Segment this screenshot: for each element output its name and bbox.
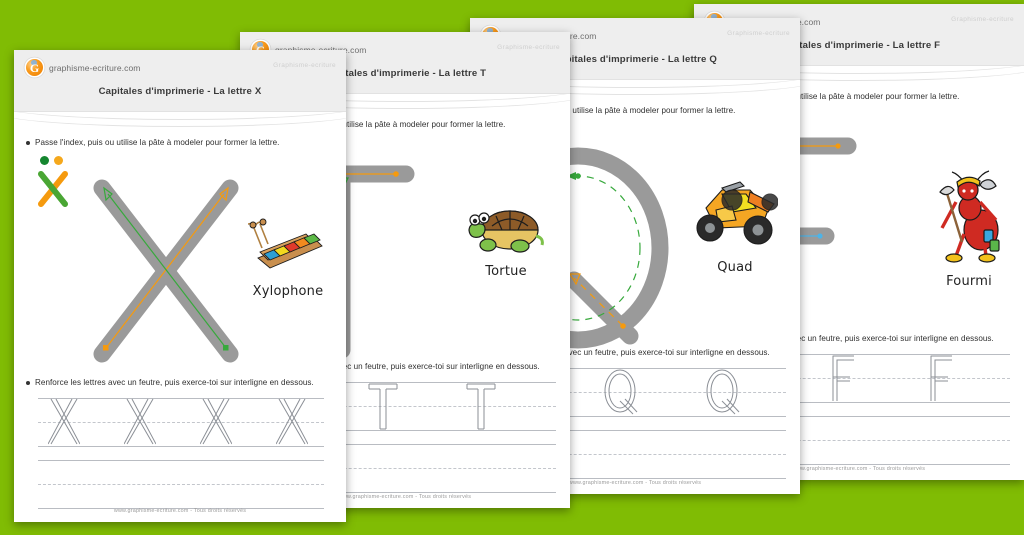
word-illustration-q: Quad — [692, 176, 779, 275]
instruction-top-text: Passe l'index, puis ou utilise la pâte à… — [35, 138, 280, 147]
xylophone-image — [242, 218, 323, 269]
turtle-image — [468, 210, 544, 253]
worksheet-card-x[interactable]: graphisme-ecriture.com Graphisme-ecritur… — [14, 50, 346, 522]
instruction-top: Passe l'index, puis ou utilise la pâte à… — [26, 138, 334, 147]
instruction-bottom-text: Renforce les lettres avec un feutre, pui… — [35, 378, 314, 387]
word-label-q: Quad — [717, 260, 753, 275]
practice-letters-x — [48, 397, 308, 447]
word-label-f: Fourmi — [946, 274, 992, 289]
g-globe-logo-icon — [26, 59, 43, 76]
card-footer: www.graphisme-ecriture.com - Tous droits… — [113, 508, 247, 514]
legend-dot-orange — [54, 156, 63, 165]
bullet-icon — [26, 140, 30, 145]
watermark: Graphisme-ecriture — [951, 16, 1014, 23]
worksheet-gallery: graphisme-ecriture.com Graphisme-ecritur… — [0, 0, 1024, 535]
card-body: Passe l'index, puis ou utilise la pâte à… — [14, 130, 346, 363]
practice-lines-x[interactable] — [38, 397, 324, 509]
word-label-t: Tortue — [485, 264, 527, 279]
brand-name: graphisme-ecriture.com — [49, 62, 141, 73]
mini-letter-x — [38, 171, 68, 207]
card-header: graphisme-ecriture.com Graphisme-ecritur… — [14, 50, 346, 112]
watermark: Graphisme-ecriture — [727, 30, 790, 37]
instruction-bottom: Renforce les lettres avec un feutre, pui… — [26, 378, 314, 387]
watermark: Graphisme-ecriture — [273, 62, 336, 69]
ant-image — [939, 170, 1000, 263]
word-illustration-x: Xylophone — [242, 214, 328, 299]
page-title: Capitales d'imprimerie - La lettre X — [98, 86, 262, 97]
wave-divider — [14, 112, 346, 130]
bullet-icon — [26, 380, 30, 385]
brand: graphisme-ecriture.com — [26, 59, 140, 76]
word-illustration-f: Fourmi — [934, 168, 1004, 289]
quad-bike-image — [696, 181, 779, 245]
word-illustration-t: Tortue — [468, 196, 544, 279]
watermark: Graphisme-ecriture — [497, 44, 560, 51]
legend-dot-green — [40, 156, 49, 165]
word-label-x: Xylophone — [252, 284, 324, 299]
